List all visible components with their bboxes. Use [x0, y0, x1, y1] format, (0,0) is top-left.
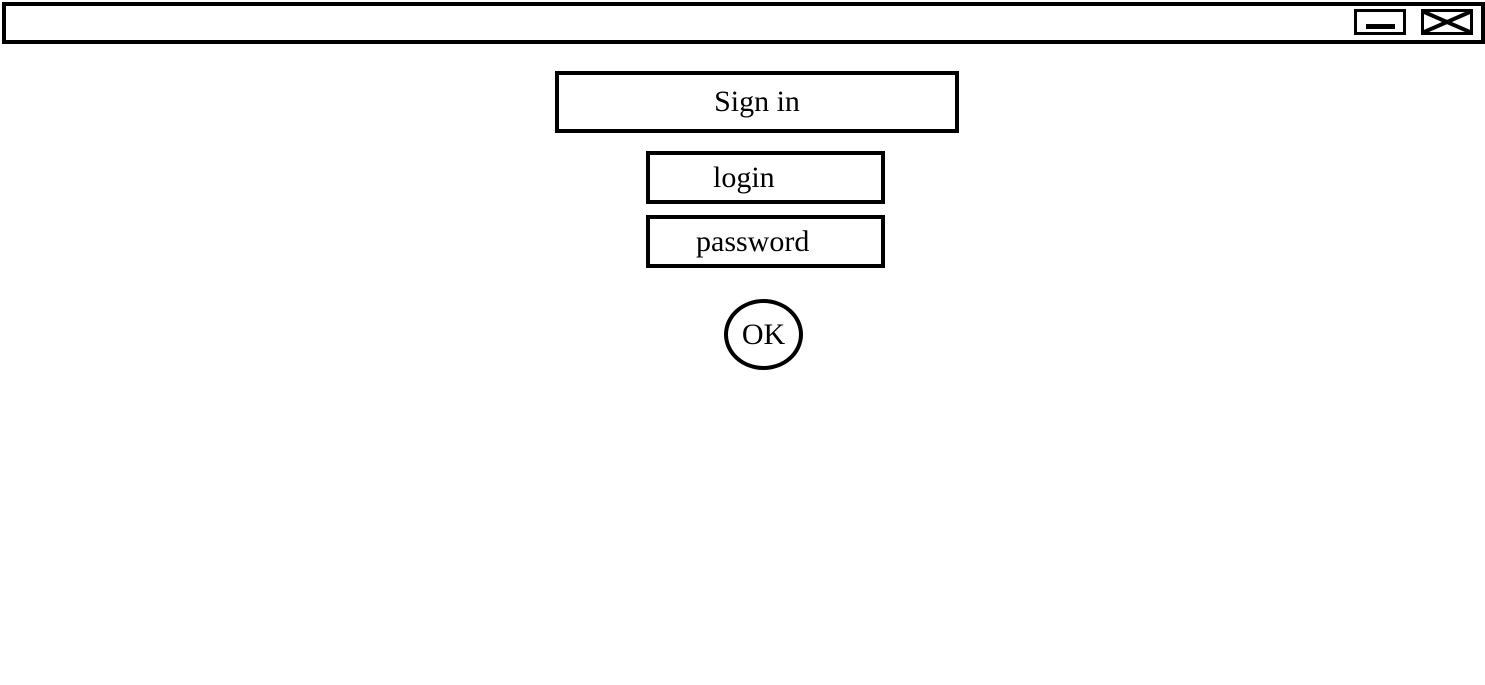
sign-in-heading-text: Sign in [714, 85, 800, 118]
login-input[interactable] [646, 151, 885, 204]
ok-button[interactable]: OK [724, 299, 803, 370]
close-icon [1424, 12, 1470, 32]
password-input[interactable] [646, 215, 885, 268]
close-button[interactable] [1421, 9, 1473, 35]
minimize-button[interactable] [1354, 9, 1406, 35]
minimize-icon [1366, 24, 1395, 29]
ok-button-label: OK [741, 317, 786, 351]
window-titlebar [2, 2, 1485, 44]
sign-in-heading: Sign in [555, 71, 959, 133]
